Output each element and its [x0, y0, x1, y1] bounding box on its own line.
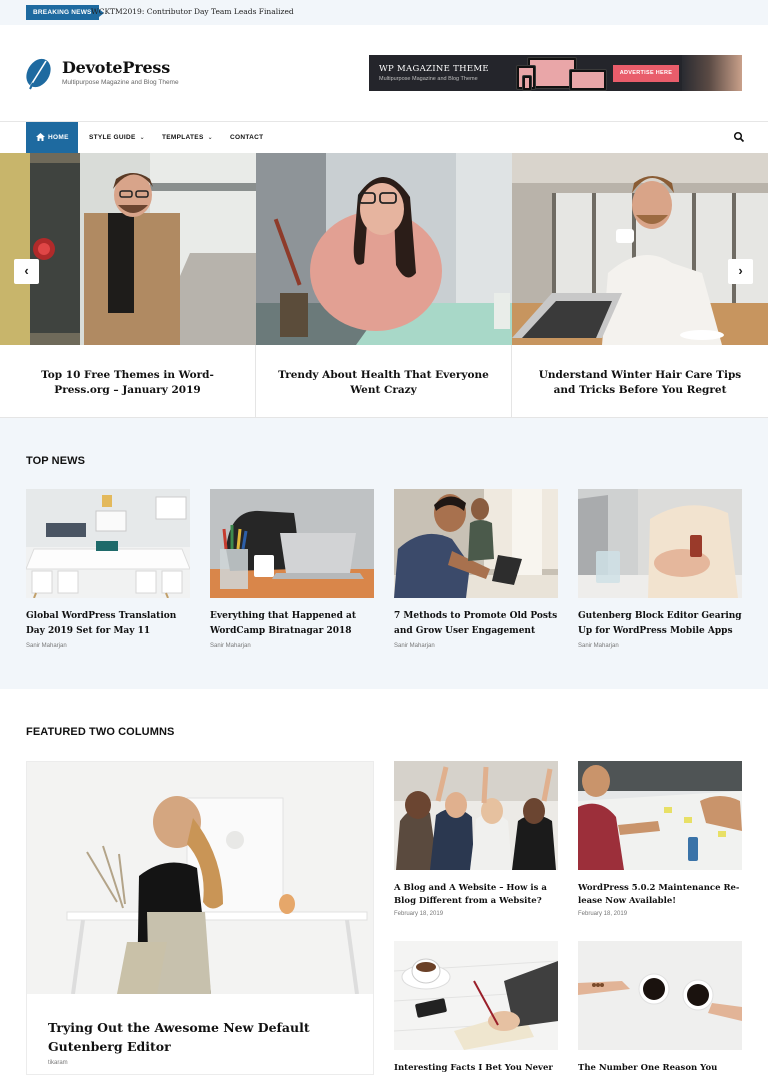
card-image: [578, 489, 742, 598]
slider-next-button[interactable]: ›: [728, 259, 753, 284]
featured-card[interactable]: The Number One Reason You: [578, 941, 742, 1075]
featured-card-title[interactable]: WordPress 5.0.2 Maintenance Re-lease Now…: [578, 882, 742, 907]
nav-item-contact[interactable]: CONTACT: [230, 122, 263, 153]
slide-title[interactable]: Understand Winter Hair Care Tips and Tri…: [532, 368, 748, 397]
nav-item-templates[interactable]: TEMPLATES ⌄: [162, 122, 213, 153]
top-news-card[interactable]: Gutenberg Block Editor Gearing Up for Wo…: [578, 489, 742, 649]
card-author[interactable]: Sanir Maharjan: [394, 643, 558, 649]
top-news-card[interactable]: 7 Methods to Promote Old Posts and Grow …: [394, 489, 558, 649]
featured-card-image: [394, 761, 558, 870]
arrow-right-icon: ›: [738, 263, 743, 278]
featured-main-author[interactable]: tikaram: [48, 1060, 68, 1066]
slide-image: [0, 153, 256, 345]
ad-title: WP MAGAZINE THEME: [379, 64, 489, 74]
featured-card-image: [394, 941, 558, 1050]
search-icon[interactable]: [733, 131, 745, 143]
logo-leaf-icon[interactable]: [26, 56, 51, 90]
slider-slide[interactable]: Top 10 Free Themes in Word-Press.org – J…: [0, 153, 256, 418]
arrow-left-icon: ‹: [24, 263, 29, 278]
chevron-down-icon: ⌄: [139, 135, 145, 141]
featured-card-date: February 18, 2019: [394, 911, 444, 917]
top-news-heading: TOP NEWS: [26, 455, 86, 467]
card-author[interactable]: Sanir Maharjan: [26, 643, 190, 649]
slider-prev-button[interactable]: ‹: [14, 259, 39, 284]
featured-card[interactable]: WordPress 5.0.2 Maintenance Re-lease Now…: [578, 761, 742, 917]
featured-card-image: [578, 761, 742, 870]
site-title[interactable]: DevotePress: [62, 58, 170, 77]
featured-card[interactable]: Interesting Facts I Bet You Never: [394, 941, 558, 1075]
card-image: [394, 489, 558, 598]
featured-main-card[interactable]: Trying Out the Awesome New Default Guten…: [26, 761, 374, 1075]
chevron-down-icon: ⌄: [207, 135, 213, 141]
card-title[interactable]: Gutenberg Block Editor Gearing Up for Wo…: [578, 609, 742, 638]
featured-main-title[interactable]: Trying Out the Awesome New Default Guten…: [48, 1018, 353, 1056]
card-author[interactable]: Sanir Maharjan: [578, 643, 742, 649]
slide-title[interactable]: Top 10 Free Themes in Word-Press.org – J…: [20, 368, 235, 397]
ad-device-laptop: [569, 69, 607, 91]
slider-slide[interactable]: Trendy About Health That Everyone Went C…: [256, 153, 512, 418]
ad-advertise-button[interactable]: ADVERTISE HERE: [613, 65, 679, 82]
nav-style-guide-label: STYLE GUIDE: [89, 134, 136, 141]
featured-card-title[interactable]: Interesting Facts I Bet You Never: [394, 1062, 558, 1075]
top-news-card[interactable]: Global WordPress Translation Day 2019 Se…: [26, 489, 190, 649]
nav-templates-label: TEMPLATES: [162, 134, 204, 141]
featured-heading: FEATURED TWO COLUMNS: [26, 726, 175, 738]
slide-title[interactable]: Trendy About Health That Everyone Went C…: [276, 368, 491, 397]
featured-main-image: [27, 762, 373, 994]
featured-card[interactable]: A Blog and A Website – How is a Blog Dif…: [394, 761, 558, 917]
ad-device-phone: [522, 75, 532, 91]
nav-contact-label: CONTACT: [230, 134, 264, 141]
breaking-news-headline[interactable]: WCKTM2019: Contributor Day Team Leads Fi…: [91, 6, 294, 18]
ad-subtitle: Multipurpose Magazine and Blog Theme: [379, 76, 478, 82]
card-title[interactable]: Global WordPress Translation Day 2019 Se…: [26, 609, 190, 638]
slider-slide[interactable]: Understand Winter Hair Care Tips and Tri…: [512, 153, 768, 418]
nav-home-label: HOME: [48, 134, 69, 141]
ad-model-image: [682, 55, 742, 91]
card-title[interactable]: 7 Methods to Promote Old Posts and Grow …: [394, 609, 558, 638]
home-icon: [36, 133, 45, 142]
main-navigation: HOME STYLE GUIDE ⌄ TEMPLATES ⌄ CONTACT: [0, 122, 768, 153]
card-image: [210, 489, 374, 598]
card-image: [26, 489, 190, 598]
slide-image: [512, 153, 768, 345]
featured-card-date: February 18, 2019: [578, 911, 628, 917]
card-author[interactable]: Sanir Maharjan: [210, 643, 374, 649]
breaking-news-bar: BREAKING NEWS WCKTM2019: Contributor Day…: [0, 0, 768, 25]
nav-item-style-guide[interactable]: STYLE GUIDE ⌄: [89, 122, 145, 153]
featured-card-title[interactable]: The Number One Reason You: [578, 1062, 742, 1075]
featured-card-image: [578, 941, 742, 1050]
site-tagline: Multipurpose Magazine and Blog Theme: [62, 79, 179, 86]
nav-item-home[interactable]: HOME: [26, 122, 78, 153]
featured-card-title[interactable]: A Blog and A Website – How is a Blog Dif…: [394, 882, 558, 907]
top-news-card[interactable]: Everything that Happened at WordCamp Bir…: [210, 489, 374, 649]
breaking-news-badge: BREAKING NEWS: [26, 5, 104, 20]
card-title[interactable]: Everything that Happened at WordCamp Bir…: [210, 609, 374, 638]
ad-banner[interactable]: WP MAGAZINE THEME Multipurpose Magazine …: [369, 55, 742, 91]
slide-image: [256, 153, 512, 345]
